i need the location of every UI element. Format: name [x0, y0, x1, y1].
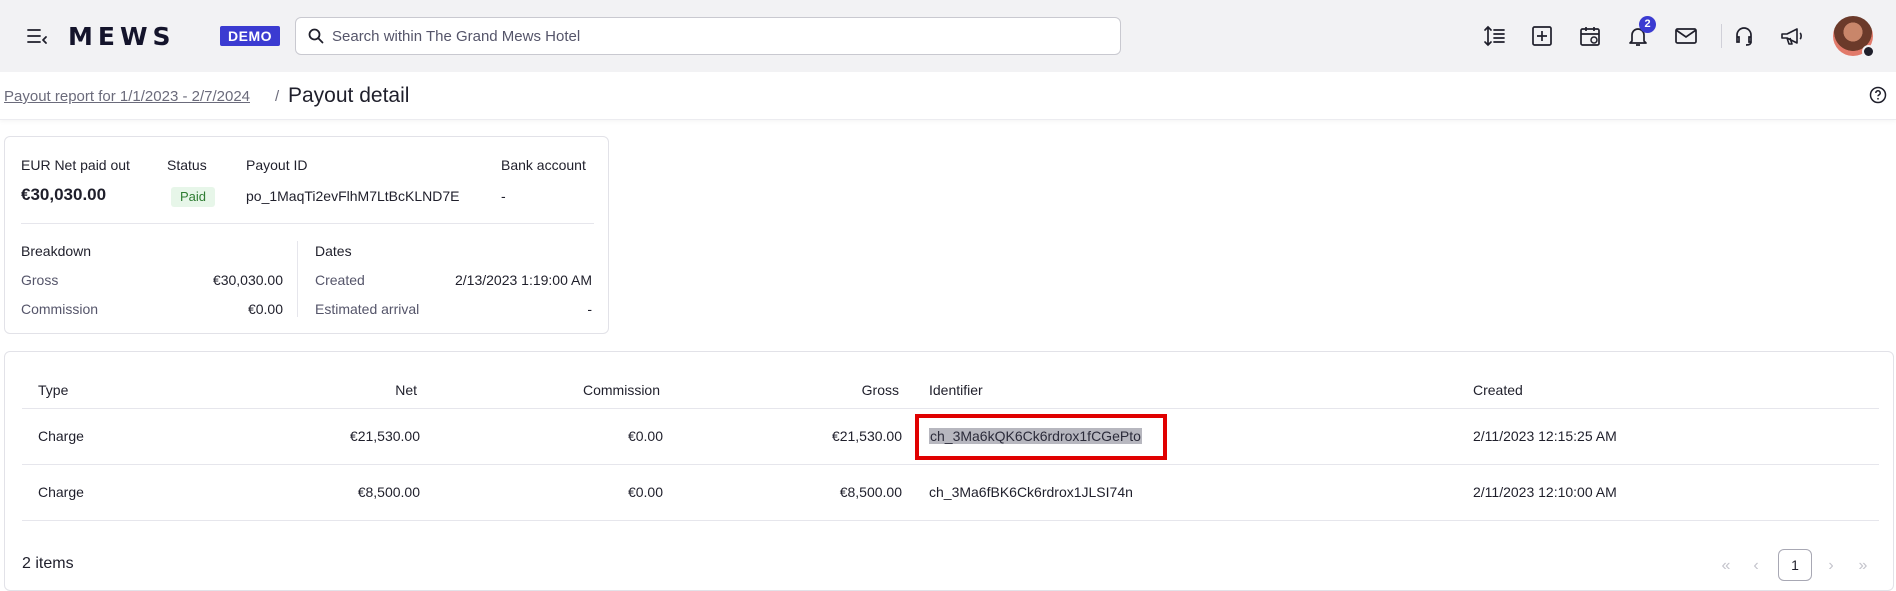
cell-created: 2/11/2023 12:15:25 AM: [1473, 428, 1617, 444]
megaphone-icon[interactable]: [1778, 22, 1806, 50]
created-label: Created: [315, 272, 365, 288]
presence-dot: [1862, 45, 1875, 58]
line-height-icon[interactable]: [1481, 22, 1509, 50]
cell-type: Charge: [38, 484, 84, 500]
column-header-identifier[interactable]: Identifier: [929, 382, 983, 398]
cell-gross: €8,500.00: [839, 484, 902, 500]
current-page-button[interactable]: 1: [1778, 549, 1812, 581]
column-header-net[interactable]: Net: [395, 382, 417, 398]
cell-created: 2/11/2023 12:10:00 AM: [1473, 484, 1617, 500]
demo-badge: DEMO: [220, 26, 280, 46]
highlight-box: [915, 414, 1167, 460]
notification-badge: 2: [1639, 16, 1656, 33]
estimated-arrival-value: -: [587, 301, 592, 317]
cell-commission: €0.00: [627, 484, 663, 500]
items-count: 2 items: [22, 555, 74, 572]
first-page-button[interactable]: «: [1712, 552, 1740, 580]
column-header-commission[interactable]: Commission: [583, 382, 660, 398]
commission-label: Commission: [21, 301, 99, 317]
breadcrumb-separator: /: [275, 88, 280, 105]
status-badge: Paid: [171, 187, 216, 207]
top-bar: MEWS DEMO 2: [0, 0, 1896, 72]
payout-items-table: Type Net Commission Gross Identifier Cre…: [4, 351, 1894, 591]
commission-value: €0.00: [247, 301, 283, 317]
cell-type: Charge: [38, 428, 84, 444]
previous-page-button[interactable]: ‹: [1742, 552, 1770, 580]
created-value: 2/13/2023 1:19:00 AM: [455, 272, 592, 288]
page-title: Payout detail: [288, 84, 410, 107]
last-page-button[interactable]: »: [1849, 552, 1877, 580]
help-icon[interactable]: [1869, 86, 1887, 109]
search-bar[interactable]: [295, 17, 1121, 55]
cell-identifier[interactable]: ch_3Ma6fBK6Ck6rdrox1JLSI74n: [929, 484, 1133, 500]
search-input[interactable]: [332, 27, 1092, 45]
page-header: Payout report for 1/1/2023 - 2/7/2024 / …: [0, 72, 1896, 120]
bank-account-label: Bank account: [501, 157, 586, 173]
cell-net: €21,530.00: [349, 428, 420, 444]
net-paid-out-label: EUR Net paid out: [21, 157, 130, 173]
column-header-gross[interactable]: Gross: [862, 382, 899, 398]
cell-net: €8,500.00: [357, 484, 420, 500]
status-label: Status: [167, 157, 207, 173]
column-header-type[interactable]: Type: [38, 382, 68, 398]
dates-label: Dates: [315, 243, 352, 259]
avatar[interactable]: [1833, 16, 1875, 58]
table-row[interactable]: Charge €8,500.00 €0.00 €8,500.00 ch_3Ma6…: [22, 465, 1879, 521]
breadcrumb-payout-report-link[interactable]: Payout report for 1/1/2023 - 2/7/2024: [4, 88, 250, 105]
summary-column-divider: [297, 241, 298, 317]
net-paid-out-value: €30,030.00: [21, 185, 107, 204]
mail-icon[interactable]: [1672, 22, 1700, 50]
toolbar-divider: [1721, 24, 1722, 48]
cell-gross: €21,530.00: [831, 428, 902, 444]
column-header-created[interactable]: Created: [1473, 382, 1523, 398]
search-icon: [308, 28, 324, 44]
add-icon[interactable]: [1528, 22, 1556, 50]
estimated-arrival-label: Estimated arrival: [315, 301, 420, 317]
payout-id-value: po_1MaqTi2evFlhM7LtBcKLND7E: [246, 188, 460, 204]
headset-icon[interactable]: [1730, 22, 1758, 50]
bell-icon[interactable]: 2: [1624, 16, 1656, 50]
bank-account-value: -: [501, 188, 506, 204]
next-page-button[interactable]: ›: [1817, 552, 1845, 580]
payout-id-label: Payout ID: [246, 157, 308, 173]
breakdown-label: Breakdown: [21, 243, 92, 259]
summary-divider: [21, 223, 594, 224]
gross-label: Gross: [21, 272, 59, 288]
menu-icon[interactable]: [26, 27, 48, 45]
cell-commission: €0.00: [627, 428, 663, 444]
gross-value: €30,030.00: [212, 272, 283, 288]
mews-logo[interactable]: MEWS: [68, 22, 176, 51]
calendar-icon[interactable]: [1576, 22, 1604, 50]
payout-summary-card: EUR Net paid out €30,030.00 Status Paid …: [4, 136, 609, 334]
